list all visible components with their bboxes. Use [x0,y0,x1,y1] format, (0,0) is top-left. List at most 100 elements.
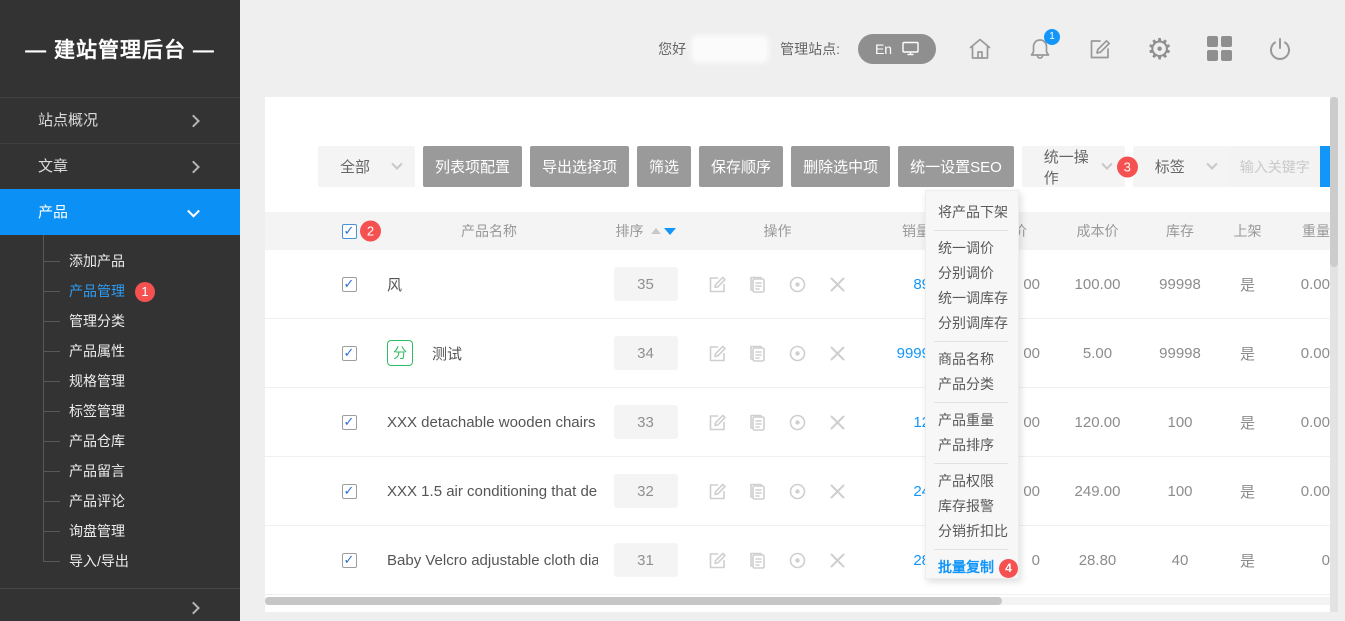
product-name: 风 [387,274,402,295]
toolbar-button[interactable]: 筛选 [637,146,691,187]
menu-item[interactable]: 统一调价 [938,236,1018,261]
submenu-item[interactable]: 导入/导出 [0,546,240,576]
settings-button[interactable]: ⚙ [1146,35,1173,62]
delete-icon[interactable] [827,412,848,433]
delete-icon[interactable] [827,274,848,295]
view-icon[interactable] [787,481,808,502]
submenu-item[interactable]: 产品仓库 [0,426,240,456]
menu-item-label: 分销折扣比 [938,523,1008,539]
menu-item[interactable]: 库存报警 [938,494,1018,519]
sort-input[interactable]: 35 [614,267,678,301]
menu-item[interactable]: 产品权限 [938,469,1018,494]
menu-item[interactable]: 分别调库存 [938,311,1018,336]
edit-button[interactable] [1086,35,1113,62]
home-button[interactable] [966,35,993,62]
menu-divider [934,549,1008,550]
row-checkbox[interactable] [342,484,357,499]
sort-asc-icon[interactable] [651,228,661,234]
toolbar-button[interactable]: 列表项配置 [423,146,522,187]
row-checkbox[interactable] [342,553,357,568]
row-checkbox[interactable] [342,277,357,292]
v-scrollbar-thumb[interactable] [1330,97,1338,267]
menu-item[interactable]: 将产品下架 [938,200,1018,225]
edit-icon[interactable] [707,481,728,502]
submenu-item[interactable]: 产品留言 [0,456,240,486]
logout-button[interactable] [1266,35,1293,62]
apps-button[interactable] [1206,35,1233,62]
product-name: XXX detachable wooden chairs [387,414,595,431]
view-icon[interactable] [787,343,808,364]
notifications-button[interactable]: 1 [1026,35,1053,62]
sidebar-next-section[interactable] [0,588,240,610]
chevron-right-icon [187,114,200,127]
copy-icon[interactable] [747,550,768,571]
weight-value: 0.00 [1280,414,1330,431]
submenu-item[interactable]: 产品属性 [0,336,240,366]
sort-input[interactable]: 34 [614,336,678,370]
menu-divider [934,341,1008,342]
copy-icon[interactable] [747,481,768,502]
submenu-item[interactable]: 产品管理1 [0,276,240,306]
toolbar-button[interactable]: 删除选中项 [791,146,890,187]
submenu-item[interactable]: 规格管理 [0,366,240,396]
sort-input[interactable]: 31 [614,543,678,577]
menu-item[interactable]: 产品分类 [938,372,1018,397]
on-shelf-flag: 是 [1215,412,1280,433]
product-name: 测试 [432,343,462,364]
submenu-item[interactable]: 询盘管理 [0,516,240,546]
language-switch[interactable]: En [858,34,936,64]
edit-icon[interactable] [707,412,728,433]
menu-item[interactable]: 分销折扣比 [938,519,1018,544]
batch-operation-select[interactable]: 统一操作 3 [1022,146,1125,187]
menu-item-label: 分别调库存 [938,315,1008,331]
sort-input[interactable]: 32 [614,474,678,508]
toolbar-button[interactable]: 导出选择项 [530,146,629,187]
batch-badge: 3 [1117,156,1138,177]
toolbar-buttons: 列表项配置导出选择项筛选保存顺序删除选中项统一设置SEO [415,146,1014,187]
edit-icon[interactable] [707,550,728,571]
submenu-item[interactable]: 管理分类 [0,306,240,336]
submenu-item[interactable]: 产品评论 [0,486,240,516]
menu-item[interactable]: 分别调价 [938,261,1018,286]
menu-item[interactable]: 产品重量 [938,408,1018,433]
copy-icon[interactable] [747,412,768,433]
copy-icon[interactable] [747,274,768,295]
search-input[interactable] [1230,146,1320,187]
chevron-down-icon [187,204,200,217]
toolbar-button[interactable]: 保存顺序 [699,146,783,187]
stock-value: 40 [1145,552,1215,569]
copy-icon[interactable] [747,343,768,364]
sidebar-item-products[interactable]: 产品 [0,189,240,235]
edit-icon[interactable] [707,343,728,364]
edit-icon[interactable] [707,274,728,295]
menu-item[interactable]: 商品名称 [938,347,1018,372]
tag-select[interactable]: 标签 [1133,146,1230,187]
row-checkbox[interactable] [342,346,357,361]
filter-select[interactable]: 全部 [318,146,415,187]
row-checkbox[interactable] [342,415,357,430]
submenu-item[interactable]: 标签管理 [0,396,240,426]
delete-icon[interactable] [827,343,848,364]
sort-desc-icon[interactable] [664,228,676,235]
toolbar-button[interactable]: 统一设置SEO [898,146,1014,187]
col-stock: 库存 [1145,221,1215,241]
col-sort[interactable]: 排序 [598,221,693,241]
submenu-item[interactable]: 添加产品 [0,246,240,276]
sidebar-item-articles[interactable]: 文章 [0,143,240,189]
menu-item[interactable]: 批量复制4 [938,555,1018,580]
view-icon[interactable] [787,550,808,571]
select-all-checkbox[interactable] [342,224,357,239]
submenu-item-label: 产品留言 [69,463,125,479]
submenu-item-label: 产品评论 [69,493,125,509]
sidebar-item-site-overview[interactable]: 站点概况 [0,97,240,143]
h-scrollbar-thumb[interactable] [265,597,1002,605]
menu-item[interactable]: 统一调库存 [938,286,1018,311]
view-icon[interactable] [787,412,808,433]
delete-icon[interactable] [827,481,848,502]
menu-item[interactable]: 产品排序 [938,433,1018,458]
search-button[interactable] [1320,146,1330,187]
delete-icon[interactable] [827,550,848,571]
sort-input[interactable]: 33 [614,405,678,439]
menu-item-label: 统一调价 [938,240,994,256]
view-icon[interactable] [787,274,808,295]
